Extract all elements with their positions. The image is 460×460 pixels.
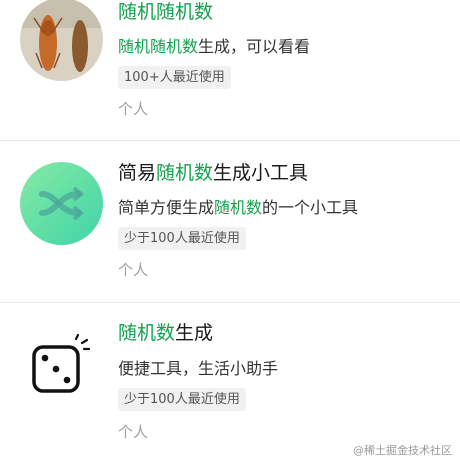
shuffle-icon [20, 162, 103, 245]
mini-program-result-1[interactable]: 随机随机数 随机随机数生成，可以看看 100+人最近使用 个人 [0, 0, 460, 140]
category-label: 个人 [118, 100, 149, 118]
desc-text: 生成，可以看看 [198, 37, 311, 56]
desc-highlight: 随机数 [214, 198, 263, 217]
title-text: 生成 [175, 322, 214, 344]
title-highlight: 随机随机数 [118, 1, 214, 23]
shrimp-photo-icon [20, 0, 103, 81]
usage-tag: 100+人最近使用 [118, 66, 231, 89]
watermark: @稀土掘金技术社区 [353, 444, 452, 457]
result-title[interactable]: 随机随机数 [118, 0, 213, 24]
mini-program-result-3[interactable]: 随机数生成 便捷工具，生活小助手 少于100人最近使用 个人 [0, 303, 460, 460]
title-text: 简易 [118, 162, 157, 184]
mini-program-result-2[interactable]: 简易随机数生成小工具 简单方便生成随机数的一个小工具 少于100人最近使用 个人 [0, 141, 460, 301]
desc-text: 简单方便生成 [118, 198, 215, 217]
desc-text: 的一个小工具 [262, 198, 359, 217]
title-text: 生成小工具 [213, 162, 309, 184]
result-description: 随机随机数生成，可以看看 [118, 36, 310, 58]
desc-highlight: 随机随机数 [118, 37, 199, 56]
category-label: 个人 [118, 261, 149, 279]
title-highlight: 随机数 [118, 322, 176, 344]
result-description: 便捷工具，生活小助手 [118, 359, 279, 378]
category-label: 个人 [118, 423, 149, 441]
result-title[interactable]: 简易随机数生成小工具 [118, 161, 308, 185]
usage-tag: 少于100人最近使用 [118, 227, 246, 250]
dice-icon [20, 327, 103, 410]
title-highlight: 随机数 [156, 162, 214, 184]
result-title[interactable]: 随机数生成 [118, 321, 213, 345]
usage-tag: 少于100人最近使用 [118, 388, 246, 411]
result-description: 简单方便生成随机数的一个小工具 [118, 197, 358, 219]
